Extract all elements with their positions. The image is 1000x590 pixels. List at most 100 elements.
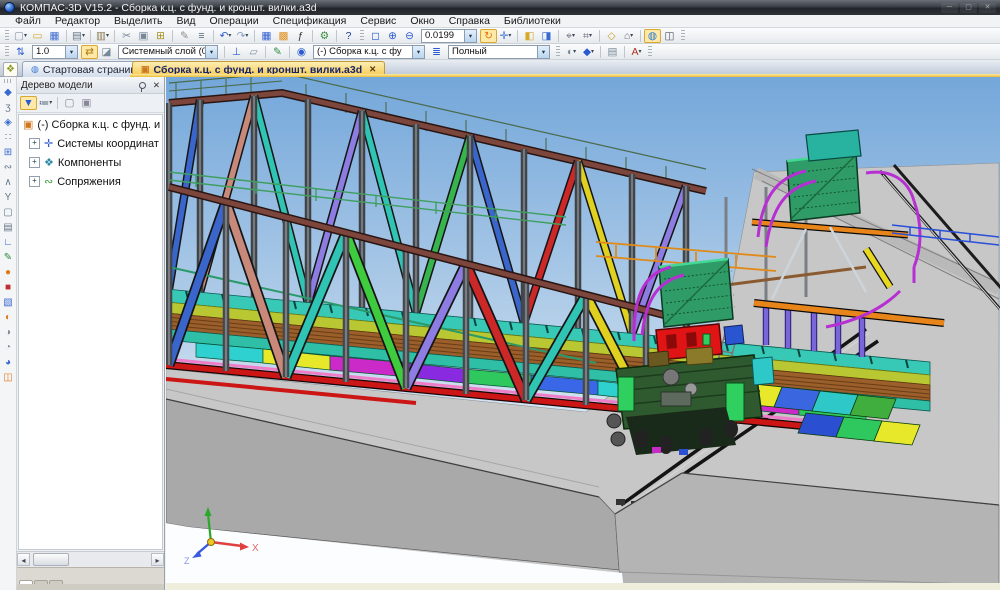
new-document-button[interactable]: ▢▾ <box>12 29 29 43</box>
variables-button[interactable]: ▦ <box>258 29 275 43</box>
set-color-button[interactable]: ◆▾ <box>580 45 597 59</box>
expand-plus-icon[interactable]: + <box>29 138 40 149</box>
menu-item[interactable]: Сервис <box>353 15 403 27</box>
zoom-scale-combo[interactable]: 0.0199▾ <box>421 29 477 43</box>
shading-button[interactable]: ◐▾ <box>563 45 580 59</box>
sphere-feature-button[interactable]: ● <box>1 265 16 280</box>
chevron-down-icon[interactable]: ▾ <box>412 46 424 58</box>
snap-point-button[interactable]: ⌖▾ <box>562 29 579 43</box>
tree-item[interactable]: + ∾ Сопряжения <box>19 172 162 191</box>
local-cs-button[interactable]: ⊥ <box>228 45 245 59</box>
copy-properties-button[interactable]: ✎ <box>176 29 193 43</box>
collections-button[interactable]: ∾ <box>1 160 16 175</box>
toolbar-grip[interactable] <box>5 46 9 58</box>
save-button[interactable]: ▦ <box>46 29 63 43</box>
boolean-button[interactable]: Y <box>1 190 16 205</box>
spatial-curves-button[interactable]: ▱ <box>245 45 262 59</box>
toolbar-grip[interactable] <box>4 79 13 83</box>
shell-button[interactable]: ◔ <box>1 340 16 355</box>
menu-item[interactable]: Библиотеки <box>497 15 568 27</box>
toolbar-grip[interactable] <box>360 30 364 42</box>
zoom-area-button[interactable]: ◻ <box>367 29 384 43</box>
toolbar-grip[interactable] <box>681 30 685 42</box>
paste-button[interactable]: ⊞ <box>152 29 169 43</box>
snap-grid-button[interactable]: ⌗▾ <box>579 29 596 43</box>
filter-button[interactable]: ◪ <box>98 45 115 59</box>
tree-additional-button[interactable]: ▣ <box>78 96 95 110</box>
window-list-icon[interactable]: ❖ <box>3 62 18 77</box>
tree-item[interactable]: + ❖ Компоненты <box>19 153 162 172</box>
front-view-button[interactable]: ◧ <box>521 29 538 43</box>
preview-button[interactable]: ▥▾ <box>94 29 111 43</box>
limits-button[interactable]: ▩ <box>275 29 292 43</box>
display-mode-button[interactable]: ⌂▾ <box>620 29 637 43</box>
add-component-button[interactable]: ⊞ <box>1 145 16 160</box>
extrude-button[interactable]: ▧ <box>1 295 16 310</box>
menu-item[interactable]: Выделить <box>107 15 169 27</box>
close-button[interactable]: ✕ <box>979 3 996 13</box>
tree-horizontal-scrollbar[interactable]: ◂ ▸ <box>17 551 164 567</box>
surface-button[interactable]: ∧ <box>1 175 16 190</box>
detail-level-combo[interactable]: Полный▾ <box>448 45 550 59</box>
cylinder-button[interactable]: ◑ <box>1 325 16 340</box>
cut-button[interactable]: ✂ <box>118 29 135 43</box>
spring-icon-button[interactable]: ʒ <box>1 100 16 115</box>
report-button[interactable]: ▤ <box>1 220 16 235</box>
menu-item[interactable]: Справка <box>442 15 497 27</box>
pin-icon[interactable] <box>139 82 146 89</box>
close-panel-icon[interactable]: ✕ <box>153 80 160 91</box>
chevron-down-icon[interactable]: ▾ <box>205 46 217 58</box>
menu-item[interactable]: Редактор <box>48 15 107 27</box>
menu-item[interactable]: Файл <box>8 15 48 27</box>
toolbar-grip[interactable] <box>648 46 652 58</box>
minimize-button[interactable]: ─ <box>941 3 958 13</box>
sketch-button[interactable]: ✎ <box>1 250 16 265</box>
fx-button[interactable]: ƒ <box>292 29 309 43</box>
print-button[interactable]: ▤▾ <box>70 29 87 43</box>
tree-composition-button[interactable]: ▢ <box>61 96 78 110</box>
copy-button[interactable]: ▣ <box>135 29 152 43</box>
stamp-button[interactable]: ▤ <box>604 45 621 59</box>
menu-item[interactable]: Вид <box>169 15 202 27</box>
measure-button[interactable]: ∟ <box>1 235 16 250</box>
properties-button[interactable]: ≡ <box>193 29 210 43</box>
array-icon-button[interactable]: ∷ <box>1 130 16 145</box>
refresh-image-button[interactable]: ↻ <box>480 29 497 43</box>
layer-combo[interactable]: Системный слой (0)▾ <box>118 45 218 59</box>
new-drawing-button[interactable]: ▢ <box>1 205 16 220</box>
maximize-button[interactable]: ▢ <box>960 3 977 13</box>
tree-root-item[interactable]: ▣ (-) Сборка к.ц. с фунд. и кроншт. в <box>19 115 162 134</box>
zoom-out-button[interactable]: ⊖ <box>401 29 418 43</box>
mate-icon-button[interactable]: ◈ <box>1 115 16 130</box>
undo-button[interactable]: ↶▾ <box>217 29 234 43</box>
wireframe-button[interactable]: ◇ <box>603 29 620 43</box>
chevron-down-icon[interactable]: ▾ <box>65 46 77 58</box>
expand-plus-icon[interactable]: + <box>29 176 40 187</box>
chevron-down-icon[interactable]: ▾ <box>464 30 476 42</box>
fillet-button[interactable]: ◕ <box>1 355 16 370</box>
round-step-button[interactable]: ⇄ <box>81 45 98 59</box>
menu-item[interactable]: Окно <box>403 15 441 27</box>
zoom-in-button[interactable]: ⊕ <box>384 29 401 43</box>
scrollbar-thumb[interactable] <box>33 553 69 566</box>
part-combo[interactable]: (-) Сборка к.ц. с фу▾ <box>313 45 425 59</box>
toolbar-grip[interactable] <box>556 46 560 58</box>
tree-structure-button[interactable]: ≔▾ <box>37 96 54 110</box>
tree-item[interactable]: + ✛ Системы координат <box>19 134 162 153</box>
rotate-view-button[interactable]: ✛▾ <box>497 29 514 43</box>
menu-item[interactable]: Спецификация <box>266 15 354 27</box>
structure-display-button[interactable]: ≣ <box>428 45 445 59</box>
redo-button[interactable]: ↷▾ <box>234 29 251 43</box>
tree-display-button[interactable]: ▼ <box>20 96 37 110</box>
rebuild-button[interactable]: ⚙ <box>316 29 333 43</box>
component-icon-button[interactable]: ◆ <box>1 85 16 100</box>
simplifications-button[interactable]: ◫ <box>661 29 678 43</box>
scroll-left-icon[interactable]: ◂ <box>17 553 30 566</box>
iso-view-button[interactable]: ◨ <box>538 29 555 43</box>
3d-viewport[interactable]: X Z <box>166 77 1000 590</box>
text-style-button[interactable]: А▾ <box>628 45 645 59</box>
context-help-button[interactable]: ? <box>340 29 357 43</box>
expand-plus-icon[interactable]: + <box>29 157 40 168</box>
toolbar-grip[interactable] <box>5 30 9 42</box>
sketch-mode-button[interactable]: ✎ <box>269 45 286 59</box>
